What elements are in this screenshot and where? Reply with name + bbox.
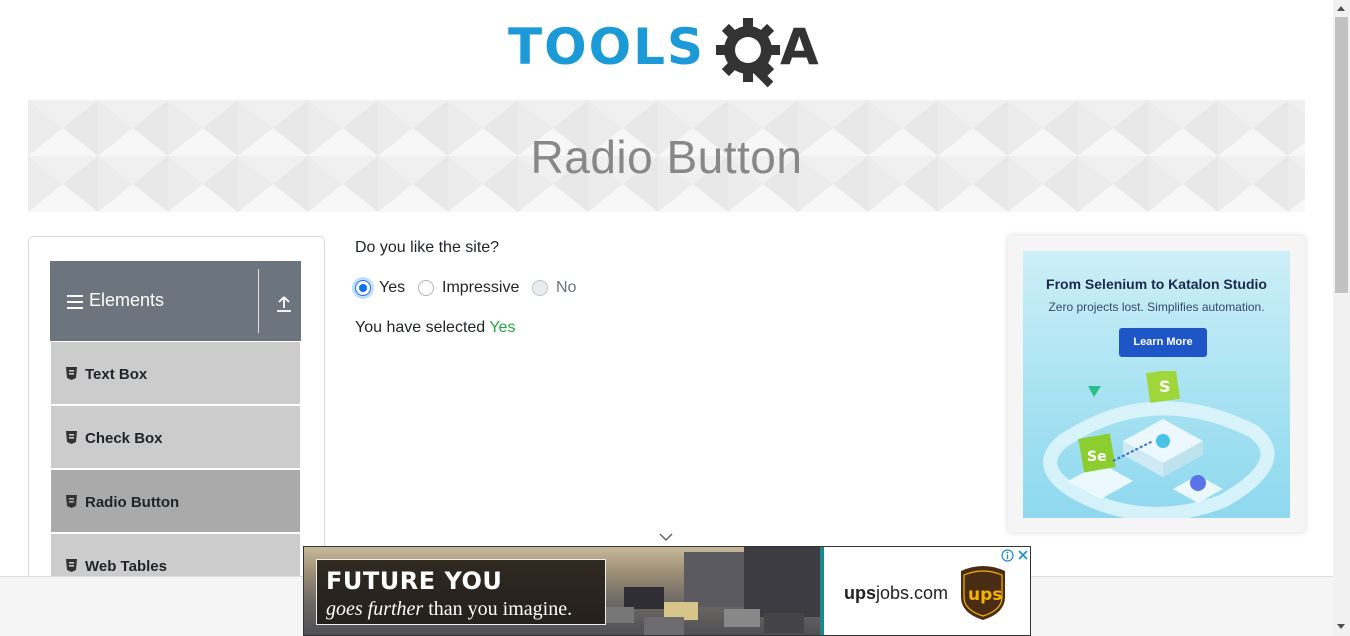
learn-more-button[interactable]: Learn More [1119, 328, 1207, 357]
sidebar-group-label: Elements [89, 290, 165, 310]
sidebar-ad[interactable]: From Selenium to Katalon Studio Zero pro… [1008, 236, 1305, 532]
html5-icon [66, 559, 77, 572]
sidebar-group-elements[interactable]: Elements [50, 261, 301, 341]
scrollbar-thumb[interactable] [1335, 17, 1348, 293]
toolsqa-logo[interactable]: TOOLS A [508, 16, 830, 90]
ad-illustration: S Se [1043, 371, 1275, 518]
page-scrollbar[interactable] [1333, 0, 1350, 636]
ad-brand-bold: ups [844, 583, 877, 603]
ad-badge-se: Se [1087, 449, 1107, 465]
radio-label-no: No [556, 279, 577, 296]
ad-headline-box: FUTURE YOU goes further than you imagine… [316, 559, 606, 625]
bottom-banner-ad[interactable]: FUTURE YOU goes further than you imagine… [303, 546, 1031, 636]
hamburger-icon [67, 295, 83, 309]
logo-text-a: A [780, 18, 819, 76]
result-value: Yes [489, 319, 516, 336]
result-prefix: You have selected [355, 319, 486, 336]
ad-tagline: goes further than you imagine. [326, 598, 572, 621]
ad-tagline-rest: than you imagine. [428, 598, 573, 620]
ad-brand-rest: jobs.com [876, 583, 949, 603]
radio-input-impressive[interactable] [418, 280, 434, 296]
ad-brand-domain: upsjobs.com [844, 583, 948, 604]
html5-icon [66, 495, 77, 508]
scroll-up-arrow-icon[interactable] [1337, 6, 1345, 11]
radio-question: Do you like the site? [355, 239, 500, 256]
ad-badge-s: S [1159, 377, 1171, 396]
ad-headline: FUTURE YOU [326, 567, 503, 595]
page-title: Radio Button [530, 131, 803, 183]
sidebar-item-label: Text Box [85, 366, 148, 383]
scroll-down-arrow-icon[interactable] [1337, 624, 1345, 629]
ups-shield-logo: ups [961, 566, 1005, 620]
ad-info-icon[interactable] [1001, 549, 1014, 562]
collapse-up-icon[interactable] [276, 295, 292, 313]
radio-label-impressive[interactable]: Impressive [442, 279, 519, 297]
ups-logo-text: ups [968, 585, 1002, 605]
radio-input-no [532, 280, 548, 296]
html5-icon [66, 431, 77, 444]
gear-magnifier-icon [716, 18, 780, 88]
chevron-down-icon[interactable] [659, 532, 673, 542]
page-banner: Radio Button [28, 100, 1305, 212]
logo-text-tools: TOOLS [508, 18, 705, 76]
html5-icon [66, 367, 77, 380]
radio-label-yes[interactable]: Yes [379, 279, 405, 297]
ad-subtitle: Zero projects lost. Simplifies automatio… [1048, 300, 1265, 314]
sidebar-item-label: Check Box [85, 430, 163, 447]
ad-tagline-italic: goes further [326, 598, 424, 620]
ad-close-icon[interactable] [1017, 549, 1029, 561]
sidebar-item-label: Web Tables [85, 558, 167, 575]
ad-title: From Selenium to Katalon Studio [1046, 276, 1267, 292]
ad-creative[interactable]: From Selenium to Katalon Studio Zero pro… [1023, 251, 1290, 518]
sidebar-item-label: Radio Button [85, 494, 180, 511]
radio-input-yes[interactable] [355, 280, 371, 296]
sidebar-menu-list: Text Box Check Box Radio Button Web Tabl… [50, 341, 301, 597]
sidebar-item-check-box[interactable]: Check Box [50, 405, 301, 469]
sidebar-item-radio-button[interactable]: Radio Button [50, 469, 301, 533]
header-divider [258, 269, 259, 333]
ad-divider-stripe [820, 547, 824, 635]
selection-result: You have selected Yes [355, 319, 515, 337]
sidebar-item-text-box[interactable]: Text Box [50, 341, 301, 405]
